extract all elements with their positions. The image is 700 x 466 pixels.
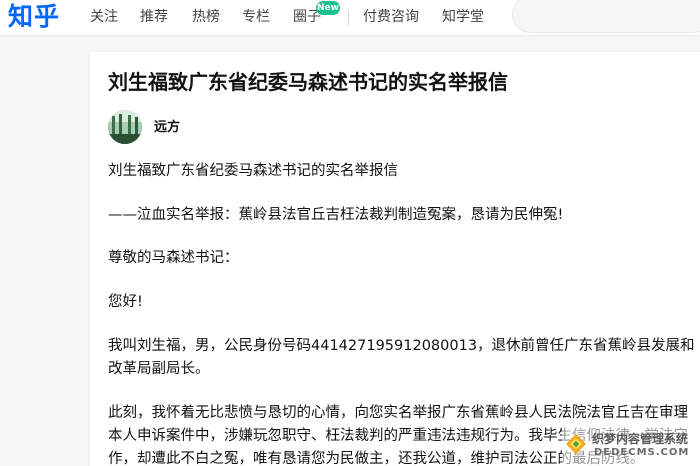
nav-divider	[348, 10, 349, 26]
avatar-image	[108, 110, 142, 144]
article-card: 刘生福致广东省纪委马森述书记的实名举报信 远方 刘生福致广东省纪委马森述书记的实…	[90, 52, 700, 466]
nav-recommend[interactable]: 推荐	[140, 0, 168, 36]
nav-follow[interactable]: 关注	[90, 0, 118, 36]
nav-hot-list[interactable]: 热榜	[192, 0, 220, 36]
paragraph-3: 尊敬的马森述书记：	[108, 250, 239, 266]
new-badge: New	[316, 1, 340, 15]
nav-column[interactable]: 专栏	[242, 0, 270, 36]
nav-paid-consult[interactable]: 付费咨询	[363, 0, 419, 36]
paragraph-4: 您好!	[108, 294, 143, 310]
author-name[interactable]: 远方	[154, 120, 180, 136]
zhihu-logo[interactable]: 知乎	[8, 0, 60, 36]
watermark: 织梦内容管理系统 DEDECMS.COM	[562, 426, 700, 466]
nav-zhixuetang[interactable]: 知学堂	[442, 0, 484, 36]
search-input[interactable]	[512, 0, 700, 33]
dedecms-logo-icon	[566, 434, 586, 454]
paragraph-1: 刘生福致广东省纪委马森述书记的实名举报信	[108, 163, 398, 179]
top-navigation-bar: 知乎 关注 推荐 热榜 专栏 圈子 New 付费咨询 知学堂	[0, 0, 700, 36]
watermark-cn-text: 织梦内容管理系统	[592, 432, 689, 446]
paragraph-5: 我叫刘生福，男，公民身份号码441427195912080013，退休前曾任广东…	[108, 338, 695, 377]
paragraph-2: ——泣血实名举报：蕉岭县法官丘吉枉法裁判制造冤案，恳请为民伸冤!	[108, 207, 564, 223]
watermark-en-text: DEDECMS.COM	[594, 447, 690, 458]
article-title: 刘生福致广东省纪委马森述书记的实名举报信	[108, 70, 508, 94]
author-avatar[interactable]	[108, 110, 142, 144]
